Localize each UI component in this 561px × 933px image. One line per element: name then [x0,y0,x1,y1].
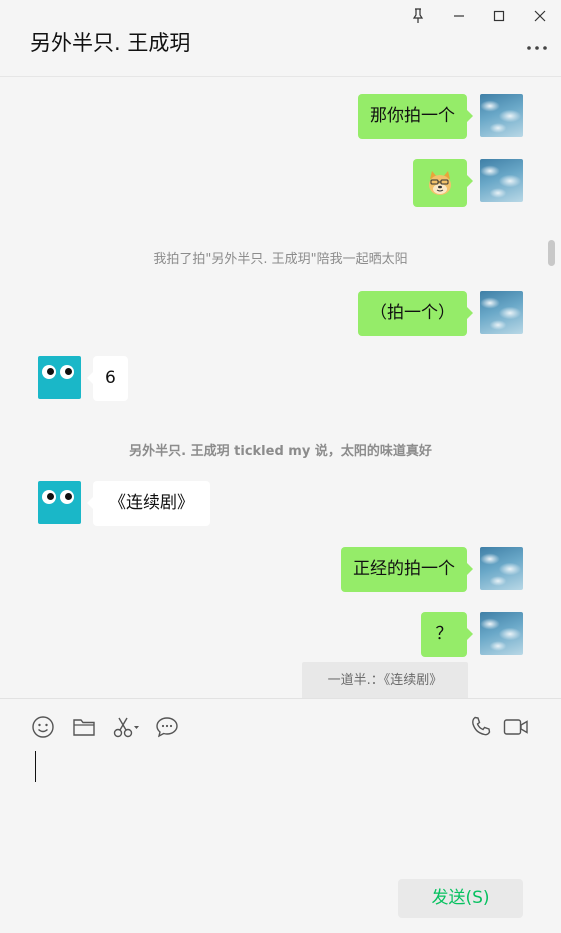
my-avatar[interactable] [480,612,523,655]
message-row: （拍一个） [0,291,561,336]
my-avatar[interactable] [480,547,523,590]
my-avatar[interactable] [480,94,523,137]
scissors-icon[interactable] [112,715,142,739]
system-notice: 另外半只. 王成玥 tickled my 说，太阳的味道真好 [129,444,432,459]
chat-bubble-icon[interactable] [155,715,179,739]
message-row: 正经的拍一个 [0,547,561,592]
message-bubble-outgoing[interactable]: ？ [421,612,473,657]
contact-avatar[interactable] [38,356,81,399]
message-bubble-incoming[interactable]: 6 [87,356,128,401]
message-bubble-outgoing[interactable]: 正经的拍一个 [341,547,473,592]
message-bubble-outgoing[interactable] [413,159,473,207]
message-row: 6 [0,356,561,401]
more-dots-icon[interactable] [525,36,549,56]
title-bar: 另外半只. 王成玥 [0,0,561,77]
message-bubble-outgoing[interactable]: 那你拍一个 [358,94,473,139]
message-scrollbar[interactable] [548,240,555,266]
message-list[interactable]: 那你拍一个 我拍了拍"另外半只. 王成玥"陪我一起晒太阳 （拍一个） 6 另外半… [0,78,561,698]
folder-icon[interactable] [72,715,96,739]
message-row: 《连续剧》 [0,481,561,526]
message-input[interactable] [30,747,530,867]
chat-title: 另外半只. 王成玥 [30,31,191,55]
maximize-icon[interactable] [489,6,509,26]
phone-icon[interactable] [469,715,493,739]
quoted-message[interactable]: 一道半.：《连续剧》 [302,662,468,698]
message-row [0,159,561,207]
send-button[interactable]: 发送(S) [398,879,523,918]
message-bubble-outgoing[interactable]: （拍一个） [358,291,473,336]
contact-avatar[interactable] [38,481,81,524]
input-area: 发送(S) [0,698,561,933]
message-bubble-incoming[interactable]: 《连续剧》 [87,481,210,526]
message-row: ？ [0,612,561,657]
video-call-icon[interactable] [503,715,529,739]
my-avatar[interactable] [480,291,523,334]
pin-icon[interactable] [408,6,428,26]
my-avatar[interactable] [480,159,523,202]
minimize-icon[interactable] [449,6,469,26]
message-row: 那你拍一个 [0,94,561,139]
doge-emoji-icon [426,169,454,197]
close-icon[interactable] [530,6,550,26]
emoji-icon[interactable] [31,715,55,739]
system-notice: 我拍了拍"另外半只. 王成玥"陪我一起晒太阳 [153,252,408,267]
